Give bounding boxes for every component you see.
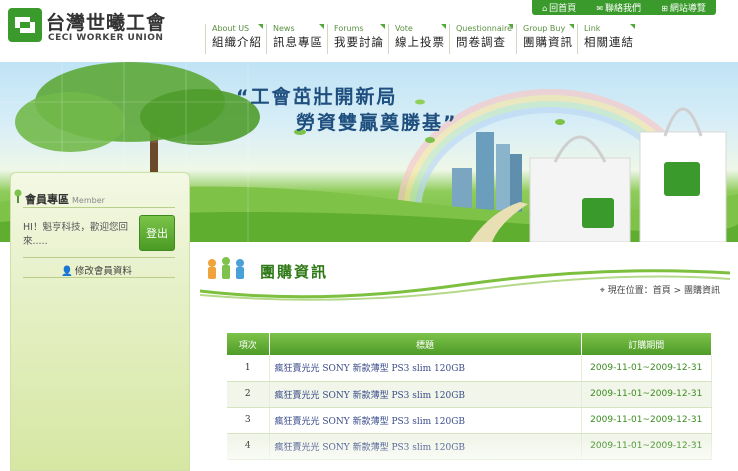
page-title: 團購資訊: [260, 263, 329, 281]
corner-triangle-icon: [630, 24, 636, 29]
nav-vote[interactable]: Vote 線上投票: [388, 24, 446, 54]
utility-links: ⌂ 回首頁 ✉ 聯絡我們 ⊞ 網站導覽: [532, 0, 716, 15]
column-header-title: 標題: [269, 333, 582, 355]
breadcrumb: ⌖ 現在位置：首頁 > 團購資訊: [599, 286, 720, 296]
nav-link[interactable]: Link 相關連結: [577, 24, 636, 54]
corner-triangle-icon: [380, 24, 385, 29]
nav-news[interactable]: News 訊息專區: [266, 24, 324, 54]
row-index: 2: [227, 381, 270, 408]
mail-icon: ✉: [596, 4, 604, 13]
section-header: 團購資訊 ⌖ 現在位置：首頁 > 團購資訊: [200, 255, 730, 305]
nav-about[interactable]: About US 組織介紹: [205, 24, 263, 54]
nav-group-buy[interactable]: Group Buy 團購資訊: [516, 24, 575, 54]
table-row[interactable]: 3 瘋狂賣光光 SONY 新款薄型 PS3 slim 120GB 2009-11…: [227, 407, 712, 434]
divider: [23, 207, 175, 208]
corner-triangle-icon: [258, 24, 263, 29]
banner-slogan-line-2: 勞資雙贏奠勝基”: [296, 112, 458, 134]
sitemap-link[interactable]: ⊞ 網站導覽: [661, 1, 706, 14]
row-title-link[interactable]: 瘋狂賣光光 SONY 新款薄型 PS3 slim 120GB: [269, 381, 582, 408]
group-buy-table: 項次 標題 訂購期間 1 瘋狂賣光光 SONY 新款薄型 PS3 slim 12…: [227, 333, 712, 460]
member-area-title: 會員專區 Member: [25, 193, 105, 206]
welcome-message: HI！魁亨科技，歡迎您回來.....: [23, 222, 128, 247]
banner-slogan-line-1: “工會茁壯開新局: [236, 86, 398, 108]
table-row[interactable]: 1 瘋狂賣光光 SONY 新款薄型 PS3 slim 120GB 2009-11…: [227, 355, 712, 382]
row-index: 4: [227, 433, 270, 460]
table-header-row: 項次 標題 訂購期間: [227, 333, 712, 355]
ceci-logo-icon: [8, 8, 42, 42]
location-icon: ⌖: [599, 286, 608, 296]
corner-triangle-icon: [319, 24, 324, 29]
table-row[interactable]: 4 瘋狂賣光光 SONY 新款薄型 PS3 slim 120GB 2009-11…: [227, 433, 712, 460]
site-header: 台灣世曦工會 CECI WORKER UNION ⌂ 回首頁 ✉ 聯絡我們 ⊞ 網站導…: [0, 0, 738, 62]
logo-chinese-name: 台灣世曦工會: [46, 12, 167, 34]
row-period: 2009-11-01~2009-12-31: [581, 381, 712, 408]
row-title-link[interactable]: 瘋狂賣光光 SONY 新款薄型 PS3 slim 120GB: [269, 433, 582, 460]
site-logo[interactable]: 台灣世曦工會 CECI WORKER UNION: [8, 8, 168, 48]
divider: [23, 257, 175, 258]
corner-triangle-icon: [569, 24, 575, 29]
row-period: 2009-11-01~2009-12-31: [581, 433, 712, 460]
row-period: 2009-11-01~2009-12-31: [581, 355, 712, 382]
user-icon: 👤: [61, 266, 73, 277]
table-row[interactable]: 2 瘋狂賣光光 SONY 新款薄型 PS3 slim 120GB 2009-11…: [227, 381, 712, 408]
contact-link[interactable]: ✉ 聯絡我們: [596, 1, 641, 14]
people-icon: [208, 257, 244, 279]
pin-icon: [14, 189, 22, 203]
edit-profile-link[interactable]: 👤 修改會員資料: [61, 263, 132, 277]
row-title-link[interactable]: 瘋狂賣光光 SONY 新款薄型 PS3 slim 120GB: [269, 407, 582, 434]
main-nav: About US 組織介紹 News 訊息專區 Forums 我要討論 Vote 線上投…: [205, 24, 638, 54]
logo-english-name: CECI WORKER UNION: [48, 33, 164, 43]
corner-triangle-icon: [441, 24, 446, 29]
row-index: 1: [227, 355, 270, 382]
sitemap-icon: ⊞: [661, 4, 668, 13]
nav-forums[interactable]: Forums 我要討論: [327, 24, 385, 54]
row-index: 3: [227, 407, 270, 434]
row-title-link[interactable]: 瘋狂賣光光 SONY 新款薄型 PS3 slim 120GB: [269, 355, 582, 382]
corner-triangle-icon: [508, 24, 514, 29]
column-header-period: 訂購期間: [581, 333, 712, 355]
row-period: 2009-11-01~2009-12-31: [581, 407, 712, 434]
nav-questionnaire[interactable]: Questionnaire 問卷調查: [449, 24, 514, 54]
column-header-index: 項次: [227, 333, 270, 355]
home-link[interactable]: ⌂ 回首頁: [542, 1, 576, 14]
divider: [23, 277, 175, 278]
logout-button[interactable]: 登出: [139, 215, 175, 251]
home-icon: ⌂: [542, 4, 548, 13]
member-sidebar: 會員專區 Member HI！魁亨科技，歡迎您回來..... 登出 👤 修改會員資料: [10, 172, 190, 471]
